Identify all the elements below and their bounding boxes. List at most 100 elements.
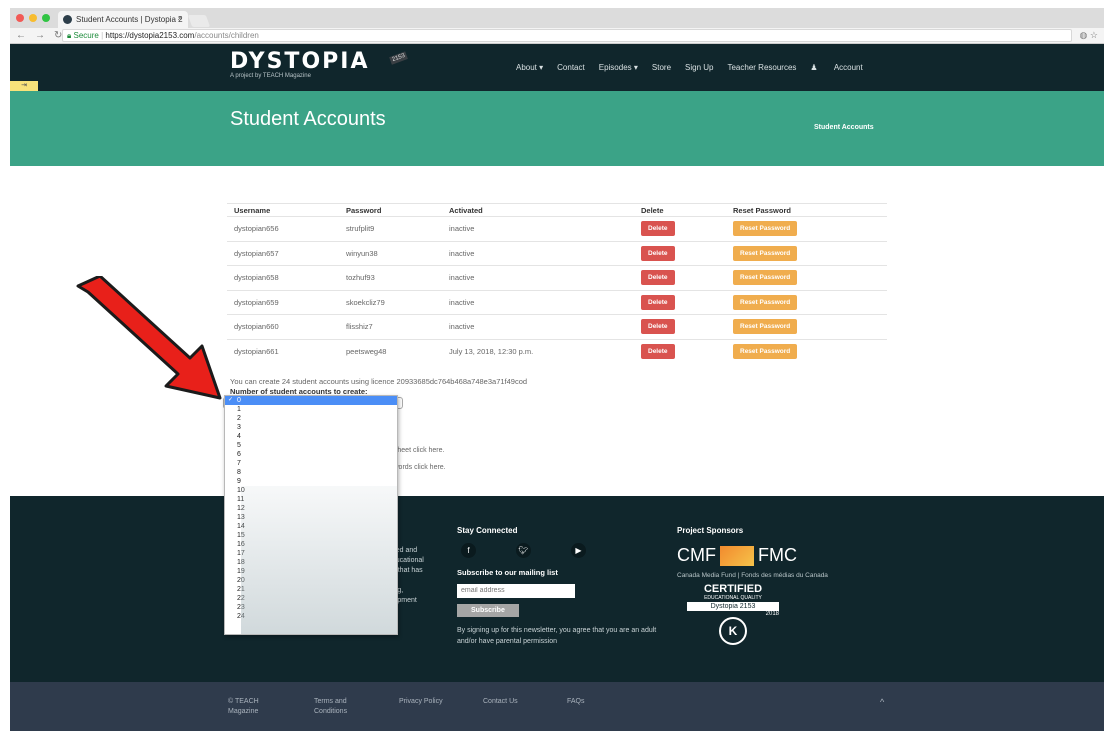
reset-password-button[interactable]: Reset Password [733, 270, 798, 286]
delete-button[interactable]: Delete [641, 221, 675, 237]
col-password: Password [339, 203, 442, 217]
dropdown-option[interactable]: 6 [225, 450, 397, 459]
minimize-window-icon[interactable] [29, 14, 37, 22]
footer-privacy-link[interactable]: Privacy Policy [399, 697, 443, 707]
close-window-icon[interactable] [16, 14, 24, 22]
dropdown-option[interactable]: 0 [225, 396, 397, 405]
cell-username: dystopian661 [227, 338, 339, 364]
cell-reset: Reset Password [726, 314, 887, 339]
spreadsheet-link[interactable]: dsheet click here. [390, 447, 444, 454]
nav-teacher-resources[interactable]: Teacher Resources [727, 63, 796, 72]
back-to-top-icon[interactable]: ^ [880, 697, 884, 707]
footer-terms-link[interactable]: Terms and Conditions [314, 697, 364, 717]
table-row: dystopian659 skoekcliz79 inactive Delete… [227, 289, 887, 315]
dropdown-option[interactable]: 1 [225, 405, 397, 414]
reset-password-button[interactable]: Reset Password [733, 221, 798, 237]
twitter-icon[interactable]: 🐦︎ [516, 543, 531, 558]
window-controls [16, 14, 50, 22]
cell-password: strufplit9 [339, 216, 442, 241]
reset-password-button[interactable]: Reset Password [733, 245, 798, 261]
nav-about[interactable]: About ▾ [516, 63, 543, 72]
cell-reset: Reset Password [726, 338, 887, 364]
cell-password: flisshiz7 [339, 314, 442, 339]
cell-username: dystopian658 [227, 265, 339, 290]
cell-username: dystopian660 [227, 314, 339, 339]
dropdown-option[interactable]: 4 [225, 432, 397, 441]
youtube-icon[interactable]: ▶ [571, 543, 586, 558]
dropdown-option[interactable]: 7 [225, 459, 397, 468]
nav-sign-up[interactable]: Sign Up [685, 63, 713, 72]
nav-episodes[interactable]: Episodes ▾ [599, 63, 638, 72]
cell-activated: July 13, 2018, 12:30 p.m. [442, 338, 634, 364]
col-username: Username [227, 203, 339, 217]
extension-icon[interactable]: ◍ [1080, 30, 1088, 40]
col-reset-password: Reset Password [726, 203, 887, 217]
delete-button[interactable]: Delete [641, 270, 675, 286]
cell-activated: inactive [442, 289, 634, 315]
cmf-logo[interactable]: CMF FMC [677, 545, 897, 566]
delete-button[interactable]: Delete [641, 294, 675, 310]
browser-tab[interactable]: Student Accounts | Dystopia 2 × [58, 11, 188, 28]
url-path: /accounts/children [194, 31, 259, 40]
blurred-overlay [241, 486, 397, 634]
email-input[interactable] [457, 584, 575, 598]
cell-password: skoekcliz79 [339, 289, 442, 315]
dropdown-option[interactable]: 5 [225, 441, 397, 450]
delete-button[interactable]: Delete [641, 245, 675, 261]
cell-activated: inactive [442, 240, 634, 266]
dropdown-option[interactable]: 2 [225, 414, 397, 423]
site-logo[interactable]: DYSTOPIA 2153 A project by TEACH Magazin… [230, 51, 409, 79]
nav-contact[interactable]: Contact [557, 63, 585, 72]
delete-button[interactable]: Delete [641, 344, 675, 359]
reset-password-button[interactable]: Reset Password [733, 344, 798, 359]
cell-delete: Delete [634, 216, 726, 241]
tab-close-icon[interactable]: × [177, 14, 182, 23]
page-header: Student Accounts Student Accounts [10, 91, 1104, 166]
cell-reset: Reset Password [726, 289, 887, 315]
new-tab-button[interactable] [187, 15, 211, 27]
cmf-left: CMF [677, 545, 716, 565]
sponsors-title: Project Sponsors [677, 526, 744, 535]
back-icon[interactable]: ← [16, 30, 26, 41]
dropdown-option[interactable]: 3 [225, 423, 397, 432]
forward-icon[interactable]: → [35, 30, 45, 41]
dropdown-option[interactable]: 9 [225, 477, 397, 486]
stay-connected-title: Stay Connected [457, 526, 518, 535]
site-footer: pped and educational da that has ning, e… [10, 496, 1104, 682]
bookmark-star-icon[interactable]: ☆ [1090, 30, 1098, 40]
subscribe-title: Subscribe to our mailing list [457, 568, 558, 577]
table-row: dystopian658 tozhuf93 inactive Delete Re… [227, 265, 887, 290]
student-accounts-table: Username Password Activated Delete Reset… [227, 203, 887, 364]
cmf-flag-icon [720, 545, 754, 566]
cmf-right: FMC [758, 545, 797, 565]
url-input[interactable]: 🔒︎ Secure | https://dystopia2153.com/acc… [62, 29, 1072, 42]
nav-account[interactable]: ♟︎ Account [810, 63, 876, 72]
footer-faqs-link[interactable]: FAQs [567, 697, 585, 707]
passwords-link[interactable]: swords click here. [390, 464, 446, 471]
col-activated: Activated [442, 203, 634, 217]
dropdown-option[interactable]: 8 [225, 468, 397, 477]
facebook-icon[interactable]: f [461, 543, 476, 558]
copyright: © TEACH Magazine [228, 698, 259, 715]
table-row: dystopian661 peetsweg48 July 13, 2018, 1… [227, 338, 887, 364]
cert-title: CERTIFIED [703, 583, 763, 595]
delete-button[interactable]: Delete [641, 319, 675, 335]
nav-store[interactable]: Store [652, 63, 671, 72]
breadcrumb[interactable]: Student Accounts [814, 124, 874, 131]
nav-buttons: ← → ↻ [16, 30, 62, 41]
reset-password-button[interactable]: Reset Password [733, 294, 798, 310]
cell-password: peetsweg48 [339, 338, 442, 364]
newsletter-note: By signing up for this newsletter, you a… [457, 627, 657, 645]
table-row: dystopian660 flisshiz7 inactive Delete R… [227, 314, 887, 339]
cell-reset: Reset Password [726, 216, 887, 241]
tab-title: Student Accounts | Dystopia 2 [76, 15, 183, 24]
footer-contact-link[interactable]: Contact Us [483, 697, 518, 707]
subscribe-button[interactable]: Subscribe [457, 604, 519, 617]
certified-badge[interactable]: CERTIFIED EDUCATIONAL QUALITY Dystopia 2… [687, 583, 779, 645]
account-count-dropdown[interactable]: 0123456789101112131415161718192021222324 [224, 395, 398, 635]
reset-password-button[interactable]: Reset Password [733, 319, 798, 335]
url-host: https://dystopia2153.com [105, 31, 195, 40]
maximize-window-icon[interactable] [42, 14, 50, 22]
footer-stay-connected: Stay Connected f 🐦︎ ▶ Subscribe to our m… [457, 526, 667, 647]
cell-delete: Delete [634, 240, 726, 266]
